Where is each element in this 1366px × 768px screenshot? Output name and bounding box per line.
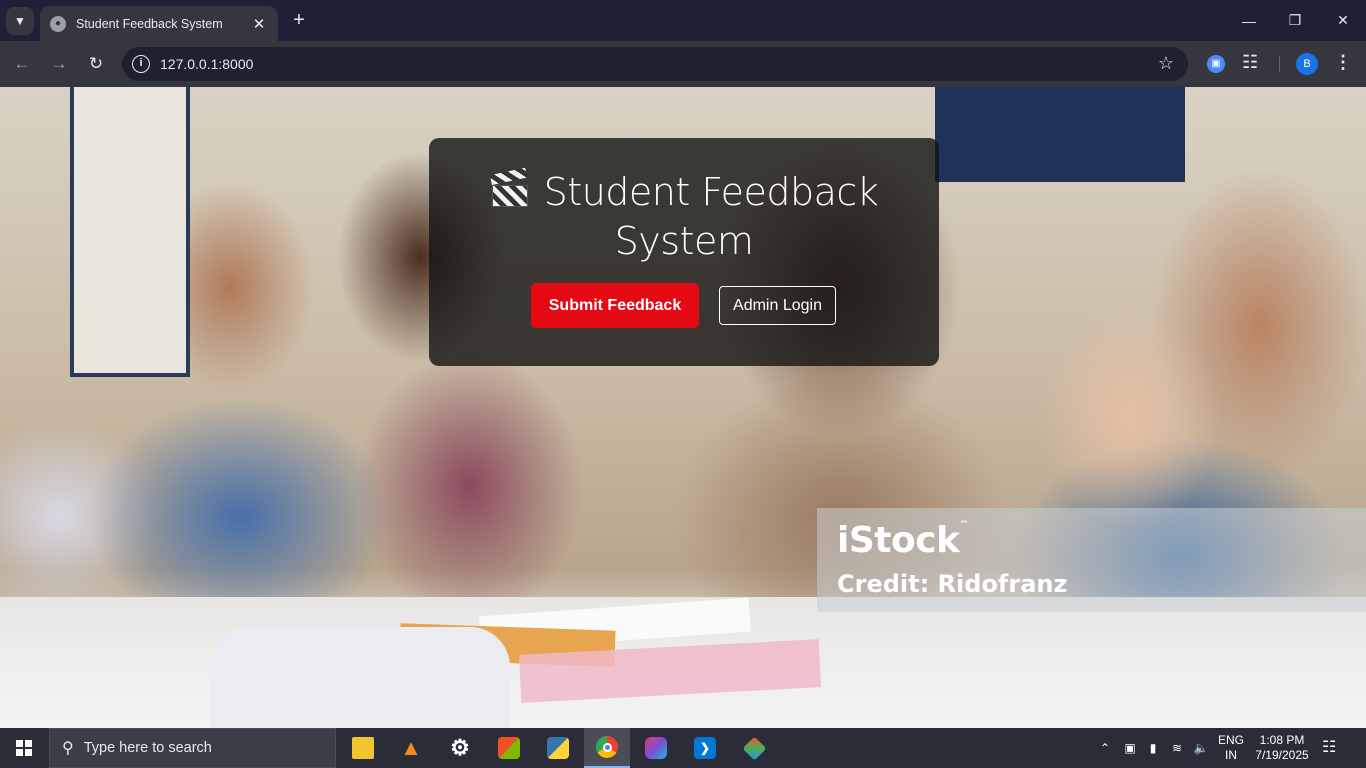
taskbar-app-settings[interactable]: ⚙ [437, 728, 483, 768]
back-button[interactable]: ← [8, 50, 36, 78]
istock-logo: iStock™ [837, 520, 968, 561]
classroom-blackboard [935, 87, 1185, 182]
browser-tab[interactable]: ● Student Feedback System ✕ [40, 6, 278, 41]
profile-avatar[interactable]: B [1296, 53, 1318, 75]
microsoft-365-icon [645, 737, 667, 759]
tab-search-button[interactable]: ▼ [6, 7, 34, 35]
speaker-volume-icon[interactable]: 🔈 [1190, 728, 1212, 768]
toolbar-divider [1279, 56, 1280, 72]
taskbar: ⚲ Type here to search ▲ ⚙ ❯ ⌃ ▣ ▮ ≋ 🔈 EN… [0, 728, 1366, 768]
folder-icon [352, 737, 374, 759]
search-icon: ⚲ [62, 740, 74, 757]
battery-icon[interactable]: ▮ [1142, 728, 1164, 768]
taskbar-app-microsoft-store[interactable] [486, 728, 532, 768]
url-text[interactable]: 127.0.0.1:8000 [160, 56, 253, 72]
clock-time: 1:08 PM [1259, 733, 1305, 747]
python-icon [547, 737, 569, 759]
page-title: Student Feedback System [429, 167, 939, 266]
restore-button[interactable]: ❐ [1272, 0, 1318, 41]
taskbar-app-python[interactable] [535, 728, 581, 768]
new-tab-button[interactable]: + [287, 8, 311, 32]
taskbar-app-file-explorer[interactable] [340, 728, 386, 768]
store-bag-icon [498, 737, 520, 759]
taskbar-search-box[interactable]: ⚲ Type here to search [49, 728, 336, 768]
tab-title: Student Feedback System [76, 16, 223, 31]
minimize-button[interactable]: — [1226, 0, 1272, 41]
trademark-symbol: ™ [959, 520, 969, 530]
hero-card: Student Feedback System Submit Feedback … [429, 138, 939, 366]
page-title-line2: System [614, 219, 754, 263]
show-hidden-icons-chevron-up-icon[interactable]: ⌃ [1094, 728, 1116, 768]
windows-logo-icon [16, 740, 32, 756]
start-button[interactable] [0, 728, 48, 768]
notification-center-icon[interactable]: ☷ [1322, 737, 1336, 757]
istock-logo-text: iStock [837, 520, 960, 561]
gear-icon: ⚙ [450, 735, 470, 760]
address-bar[interactable]: i 127.0.0.1:8000 ☆ [122, 47, 1188, 81]
classroom-board [70, 87, 190, 377]
browser-tab-strip: ▼ ● Student Feedback System ✕ + — ❐ ✕ [0, 0, 1366, 41]
chrome-icon [596, 736, 618, 758]
taskbar-app-git[interactable] [731, 728, 777, 768]
kebab-menu-icon[interactable]: ⋮ [1334, 52, 1352, 73]
language-indicator[interactable]: ENG IN [1216, 733, 1246, 763]
document-extension-icon[interactable]: ▣ [1207, 55, 1225, 73]
submit-feedback-button[interactable]: Submit Feedback [531, 283, 699, 328]
chevron-down-icon: ▼ [14, 14, 26, 28]
close-window-button[interactable]: ✕ [1320, 0, 1366, 41]
istock-watermark: iStock™ Credit: Ridofranz [817, 508, 1366, 612]
pencil-case [210, 627, 510, 728]
taskbar-app-vlc[interactable]: ▲ [388, 728, 434, 768]
vlc-cone-icon: ▲ [400, 735, 422, 760]
taskbar-search-placeholder: Type here to search [83, 740, 212, 756]
taskbar-app-microsoft-365[interactable] [633, 728, 679, 768]
page-title-line1: Student Feedback [543, 170, 879, 214]
clock-date: 7/19/2025 [1255, 748, 1309, 762]
globe-icon: ● [50, 15, 66, 32]
vscode-icon: ❯ [694, 737, 716, 759]
clapperboard-icon [489, 167, 530, 209]
wifi-icon[interactable]: ≋ [1166, 728, 1188, 768]
taskbar-app-chrome[interactable] [584, 728, 630, 768]
photo-credit: Credit: Ridofranz [837, 570, 1068, 598]
reload-button[interactable]: ↻ [82, 50, 110, 78]
admin-login-button[interactable]: Admin Login [719, 286, 836, 325]
page-background-photo: iStock™ Credit: Ridofranz Student Feedba… [0, 87, 1366, 728]
git-diamond-icon [741, 735, 767, 761]
site-info-icon[interactable]: i [132, 55, 150, 73]
taskbar-app-vscode[interactable]: ❯ [682, 728, 728, 768]
close-tab-icon[interactable]: ✕ [250, 15, 268, 33]
extensions-puzzle-icon[interactable]: ☷ [1242, 52, 1258, 73]
browser-toolbar: ← → ↻ i 127.0.0.1:8000 ☆ ▣ ☷ B ⋮ [0, 41, 1366, 87]
language-code: ENG [1217, 733, 1244, 747]
meet-camera-icon[interactable]: ▣ [1120, 728, 1140, 768]
forward-button[interactable]: → [45, 50, 73, 78]
bookmark-star-icon[interactable]: ☆ [1158, 53, 1174, 74]
system-clock[interactable]: 1:08 PM 7/19/2025 [1250, 733, 1314, 763]
region-code: IN [1225, 748, 1237, 762]
